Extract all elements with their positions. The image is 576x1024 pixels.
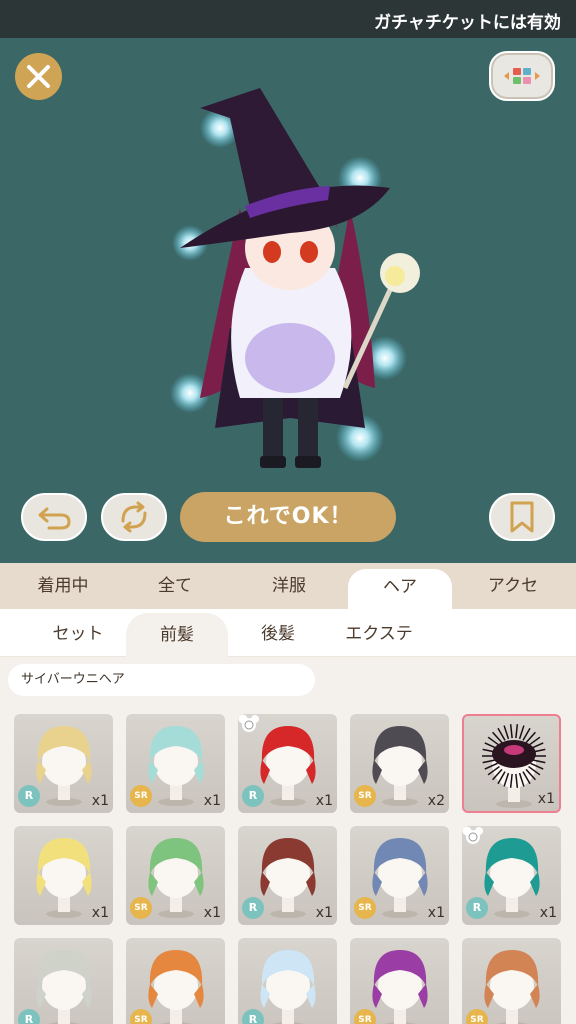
bookmark-button[interactable] <box>489 493 555 541</box>
hair-item-card[interactable]: Rx1 <box>14 714 113 813</box>
avatar-character <box>170 88 420 468</box>
item-count: x2 <box>427 793 445 809</box>
tab-all[interactable]: 全て <box>121 563 229 609</box>
hair-item-card[interactable]: R <box>238 938 337 1024</box>
item-count: x1 <box>203 905 221 921</box>
hair-item-card[interactable]: SR <box>462 938 561 1024</box>
bear-badge-icon <box>238 714 259 732</box>
rarity-badge: R <box>18 785 40 807</box>
item-count: x1 <box>539 905 557 921</box>
tab-hair[interactable]: ヘア <box>348 569 452 609</box>
subtab-set[interactable]: セット <box>30 619 126 649</box>
refresh-icon <box>121 501 147 533</box>
confirm-ok-button[interactable]: これでOK！ <box>180 492 396 542</box>
current-item-name: サイバーウニヘア <box>8 664 315 696</box>
subtab-extensions[interactable]: エクステ <box>332 619 426 649</box>
hair-item-card[interactable]: SR <box>126 938 225 1024</box>
item-count: x1 <box>315 905 333 921</box>
item-count: x1 <box>91 905 109 921</box>
hair-item-card[interactable]: SR x2 <box>350 714 449 813</box>
hair-item-card[interactable]: Rx1 <box>462 826 561 925</box>
undo-button[interactable] <box>21 493 87 541</box>
hair-item-card[interactable]: SR x1 <box>350 826 449 925</box>
rarity-badge: SR <box>354 897 376 919</box>
tab-wearing[interactable]: 着用中 <box>0 563 126 609</box>
hair-item-card[interactable]: SR x1 <box>126 714 225 813</box>
hair-item-card[interactable]: SR x1 <box>126 826 225 925</box>
item-count: x1 <box>537 791 555 807</box>
hair-item-card[interactable]: Rx1 <box>238 714 337 813</box>
undo-icon <box>38 507 71 530</box>
refresh-button[interactable] <box>101 493 167 541</box>
news-ticker: ガチャチケットには有効 <box>0 0 576 38</box>
rarity-badge: SR <box>130 1009 152 1024</box>
hair-item-card[interactable]: x1 <box>462 714 561 813</box>
item-count: x1 <box>427 905 445 921</box>
rarity-badge: R <box>466 897 488 919</box>
hair-subtabs: セット 前髪 後髪 エクステ <box>0 609 576 657</box>
tab-accessory[interactable]: アクセ <box>459 563 567 609</box>
rarity-badge: SR <box>466 1009 488 1024</box>
hair-item-card[interactable]: x1 <box>14 826 113 925</box>
rarity-badge: R <box>18 1009 40 1024</box>
rarity-badge: SR <box>354 1009 376 1024</box>
rarity-badge: SR <box>130 897 152 919</box>
hair-item-card[interactable]: SR <box>350 938 449 1024</box>
category-tabs: 着用中 全て 洋服 ヘア アクセ <box>0 563 576 609</box>
ticker-text: ガチャチケットには有効 <box>374 13 561 33</box>
bear-badge-icon <box>462 826 483 844</box>
view-toggle-button[interactable] <box>489 51 555 101</box>
rarity-badge: SR <box>354 785 376 807</box>
hair-item-card[interactable]: Rx1 <box>238 826 337 925</box>
bookmark-icon <box>510 501 534 533</box>
rarity-badge: R <box>242 785 264 807</box>
item-grid: Rx1 SR x1 Rx1 SR x2 x1 x1 SR x1 R x1 SR … <box>0 712 576 1024</box>
rarity-badge: R <box>242 1009 264 1024</box>
view-toggle-icon <box>504 68 540 84</box>
item-count: x1 <box>315 793 333 809</box>
subtab-back-hair[interactable]: 後髪 <box>232 619 324 649</box>
subtab-bangs[interactable]: 前髪 <box>126 613 228 657</box>
item-count: x1 <box>91 793 109 809</box>
rarity-badge: SR <box>130 785 152 807</box>
item-count: x1 <box>203 793 221 809</box>
close-button[interactable] <box>15 53 62 100</box>
avatar-stage: これでOK！ <box>0 38 576 563</box>
tab-clothes[interactable]: 洋服 <box>235 563 343 609</box>
hair-item-card[interactable]: R <box>14 938 113 1024</box>
rarity-badge: R <box>242 897 264 919</box>
close-icon <box>27 65 50 88</box>
